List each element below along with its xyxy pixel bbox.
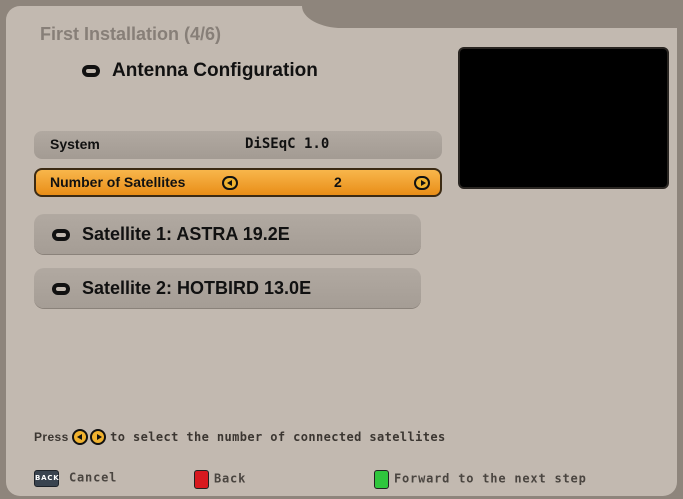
satellite-item-2[interactable]: Satellite 2: HOTBIRD 13.0E: [34, 268, 421, 308]
satellite-2-name: Satellite 2: HOTBIRD 13.0E: [82, 278, 312, 298]
help-text: Press to select the number of connected …: [34, 429, 446, 446]
cancel-label: Cancel: [69, 470, 118, 485]
satellites-count-label: Number of Satellites: [50, 174, 186, 190]
left-key-icon: [72, 429, 89, 445]
cancel-hint[interactable]: BACK Cancel: [34, 470, 117, 487]
system-setting-row[interactable]: System DiSEqC 1.0: [34, 131, 442, 159]
left-arrow-icon[interactable]: [222, 176, 238, 190]
section-title-label: Antenna Configuration: [112, 60, 318, 81]
section-title: Antenna Configuration: [82, 60, 318, 82]
navigate-arrow-icon: [52, 229, 70, 242]
forward-label: Forward to the next step: [394, 471, 587, 486]
satellite-item-1[interactable]: Satellite 1: ASTRA 19.2E: [34, 214, 421, 254]
satellite-item-label: Satellite 1: ASTRA 19.2E: [52, 224, 290, 245]
right-arrow-icon[interactable]: [414, 176, 430, 190]
panel-tab-cutout: [302, 6, 683, 28]
satellites-count-row[interactable]: Number of Satellites 2: [34, 168, 442, 197]
help-suffix: to select the number of connected satell…: [110, 430, 446, 445]
satellite-1-name: Satellite 1: ASTRA 19.2E: [82, 224, 290, 244]
system-value: DiSEqC 1.0: [245, 136, 330, 152]
page-title: First Installation (4/6): [40, 24, 222, 44]
help-prefix: Press: [34, 430, 69, 445]
system-label: System: [50, 136, 100, 152]
navigate-arrow-icon: [52, 283, 70, 296]
forward-hint[interactable]: Forward to the next step: [374, 470, 587, 489]
video-preview: [458, 47, 669, 189]
back-label: Back: [214, 471, 247, 486]
back-hint[interactable]: Back: [194, 470, 246, 489]
green-key-icon: [374, 470, 389, 489]
navigate-arrow-icon: [82, 64, 100, 77]
right-key-icon: [90, 429, 107, 445]
satellite-item-label: Satellite 2: HOTBIRD 13.0E: [52, 278, 311, 299]
back-key-icon: BACK: [34, 470, 59, 487]
red-key-icon: [194, 470, 209, 489]
satellites-count-value: 2: [334, 174, 342, 190]
